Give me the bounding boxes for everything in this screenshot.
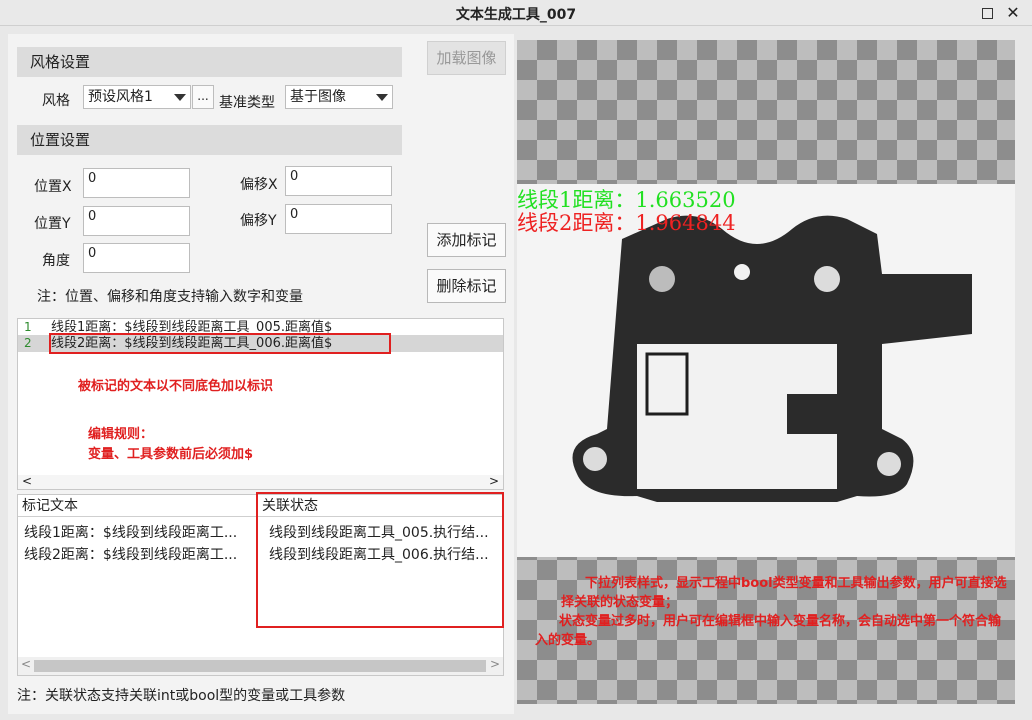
table-horizontal-scrollbar[interactable]: < > bbox=[18, 657, 503, 675]
style-section-header: 风格设置 bbox=[17, 47, 402, 77]
style-label: 风格 bbox=[42, 93, 70, 109]
style-select-value: 预设风格1 bbox=[88, 89, 153, 105]
annotation-rules-body: 变量、工具参数前后必须加$ bbox=[88, 447, 254, 462]
chevron-down-icon bbox=[174, 94, 186, 101]
part-image bbox=[517, 184, 1015, 557]
style-select[interactable]: 预设风格1 bbox=[83, 85, 191, 109]
offset-y-input[interactable]: 0 bbox=[285, 204, 392, 234]
offset-x-input[interactable]: 0 bbox=[285, 166, 392, 196]
offset-y-label: 偏移Y bbox=[240, 213, 277, 229]
baseline-label: 基准类型 bbox=[219, 95, 275, 111]
pos-x-input[interactable]: 0 bbox=[83, 168, 190, 198]
baseline-select-value: 基于图像 bbox=[290, 89, 346, 105]
status-column-callout-box bbox=[256, 492, 504, 628]
baseline-select[interactable]: 基于图像 bbox=[285, 85, 393, 109]
highlight-callout-box bbox=[49, 333, 391, 354]
title-bar: 文本生成工具_007 ✕ bbox=[0, 0, 1032, 26]
table-cell[interactable]: 线段2距离：$线段到线段距离工... bbox=[24, 545, 256, 565]
pos-y-input[interactable]: 0 bbox=[83, 206, 190, 236]
scroll-left-icon[interactable]: < bbox=[21, 657, 31, 671]
image-view[interactable]: 线段1距离：1.663520 线段2距离：1.964844 下拉列表样式，显示工… bbox=[517, 40, 1015, 704]
load-image-button[interactable]: 加载图像 bbox=[427, 41, 506, 75]
add-mark-button[interactable]: 添加标记 bbox=[427, 223, 506, 257]
offset-x-label: 偏移X bbox=[240, 177, 278, 193]
annotation-mark-note: 被标记的文本以不同底色加以标识 bbox=[78, 379, 274, 394]
text-editor[interactable]: 1 线段1距离：$线段到线段距离工具_005.距离值$ 2 线段2距离：$线段到… bbox=[17, 318, 504, 490]
line-number: 1 bbox=[24, 320, 32, 334]
close-icon[interactable]: ✕ bbox=[1004, 4, 1022, 22]
chevron-down-icon bbox=[376, 94, 388, 101]
column-header-mark-text[interactable]: 标记文本 bbox=[18, 495, 258, 517]
editor-horizontal-scrollbar[interactable]: < > bbox=[18, 474, 503, 489]
annotation-dropdown-note: 下拉列表样式，显示工程中bool类型变量和工具输出参数，用户可直接选择关联的状态… bbox=[561, 576, 1007, 610]
maximize-icon[interactable] bbox=[978, 4, 996, 22]
position-note: 注：位置、偏移和角度支持输入数字和变量 bbox=[37, 289, 303, 305]
window-title: 文本生成工具_007 bbox=[455, 7, 577, 23]
delete-mark-button[interactable]: 删除标记 bbox=[427, 269, 506, 303]
angle-input[interactable]: 0 bbox=[83, 243, 190, 273]
annotation-rules-title: 编辑规则： bbox=[88, 427, 154, 442]
part-silhouette bbox=[572, 215, 972, 502]
footer-note: 注：关联状态支持关联int或bool型的变量或工具参数 bbox=[17, 688, 346, 704]
overlay-line2: 线段2距离：1.964844 bbox=[517, 211, 736, 235]
annotation-autoselect-note: 状态变量过多时，用户可在编辑框中输入变量名称，会自动选中第一个符合输入的变量。 bbox=[535, 614, 1002, 648]
line-number: 2 bbox=[24, 336, 32, 350]
position-section-header: 位置设置 bbox=[17, 125, 402, 155]
settings-panel: 风格设置 风格 预设风格1 ... 基准类型 基于图像 加载图像 位置设置 位置… bbox=[8, 34, 514, 714]
angle-label: 角度 bbox=[42, 253, 70, 269]
scroll-left-icon[interactable]: < bbox=[22, 474, 32, 488]
pos-x-label: 位置X bbox=[34, 179, 72, 195]
style-more-button[interactable]: ... bbox=[192, 85, 214, 109]
scrollbar-thumb[interactable] bbox=[34, 660, 486, 672]
scroll-right-icon[interactable]: > bbox=[490, 657, 500, 671]
pos-y-label: 位置Y bbox=[34, 216, 71, 232]
table-cell[interactable]: 线段1距离：$线段到线段距离工... bbox=[24, 523, 256, 543]
scroll-right-icon[interactable]: > bbox=[489, 474, 499, 488]
